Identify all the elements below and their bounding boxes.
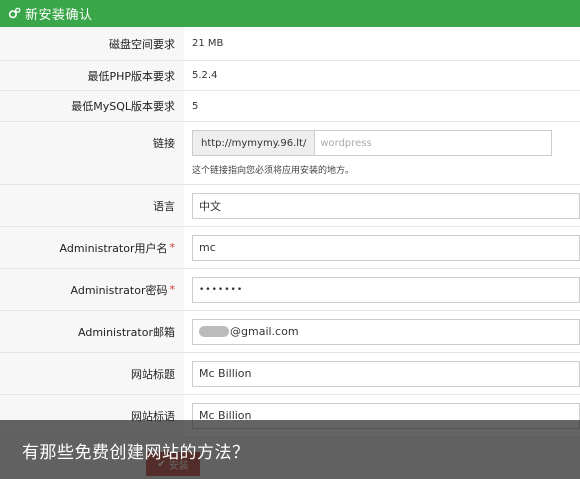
- language-select[interactable]: 中文: [192, 192, 580, 219]
- link-path-input[interactable]: wordpress: [314, 130, 552, 156]
- link-value: http://mymymy.96.lt/ wordpress 这个链接指向您必须…: [184, 122, 580, 184]
- site-title-input[interactable]: Mc Billion: [192, 360, 580, 387]
- site-title-row: 网站标题 Mc Billion: [0, 353, 580, 395]
- required-marker: *: [169, 283, 176, 296]
- site-title-label: 网站标题: [0, 353, 184, 394]
- admin-password-row: Administrator密码 * •••••••: [0, 269, 580, 311]
- admin-password-label: Administrator密码 *: [0, 269, 184, 310]
- disk-space-value: 21 MB: [184, 27, 580, 60]
- language-label: 语言: [0, 185, 184, 226]
- site-title-value: Mc Billion: [184, 353, 580, 394]
- admin-username-row: Administrator用户名 * mc: [0, 227, 580, 269]
- admin-password-label-text: Administrator密码: [70, 283, 168, 297]
- admin-email-input[interactable]: @gmail.com: [192, 318, 580, 345]
- page-title: 新安装确认: [25, 8, 93, 23]
- admin-email-value: @gmail.com: [184, 311, 580, 352]
- mysql-version-value: 5: [184, 91, 580, 121]
- admin-username-label-text: Administrator用户名: [59, 241, 168, 255]
- install-form: 磁盘空间要求 21 MB 最低PHP版本要求 5.2.4 最低MySQL版本要求…: [0, 27, 580, 437]
- admin-username-label: Administrator用户名 *: [0, 227, 184, 268]
- language-value: 中文: [184, 185, 580, 226]
- language-row: 语言 中文: [0, 185, 580, 227]
- caption-text: 有那些免费创建网站的方法？: [22, 443, 250, 463]
- link-label: 链接: [0, 122, 184, 184]
- admin-password-input[interactable]: •••••••: [192, 276, 580, 303]
- link-help-text: 这个链接指向您必须将应用安装的地方。: [192, 166, 355, 176]
- page-header: 新安装确认: [0, 0, 580, 27]
- gears-icon: [7, 7, 21, 21]
- mysql-version-label: 最低MySQL版本要求: [0, 91, 184, 121]
- caption-overlay: 有那些免费创建网站的方法？: [0, 420, 580, 479]
- required-marker: *: [169, 241, 176, 254]
- redacted-blur: [199, 326, 229, 337]
- link-row: 链接 http://mymymy.96.lt/ wordpress 这个链接指向…: [0, 122, 580, 185]
- admin-password-value: •••••••: [184, 269, 580, 310]
- admin-username-value: mc: [184, 227, 580, 268]
- admin-email-row: Administrator邮箱 @gmail.com: [0, 311, 580, 353]
- php-version-label: 最低PHP版本要求: [0, 61, 184, 90]
- mysql-version-row: 最低MySQL版本要求 5: [0, 91, 580, 122]
- link-domain-addon: http://mymymy.96.lt/: [192, 130, 315, 156]
- admin-email-label: Administrator邮箱: [0, 311, 184, 352]
- disk-space-label: 磁盘空间要求: [0, 27, 184, 60]
- admin-username-input[interactable]: mc: [192, 234, 580, 261]
- php-version-row: 最低PHP版本要求 5.2.4: [0, 61, 580, 91]
- admin-email-text: @gmail.com: [230, 325, 299, 338]
- php-version-value: 5.2.4: [184, 61, 580, 90]
- link-input-group: http://mymymy.96.lt/ wordpress: [192, 130, 552, 156]
- disk-space-row: 磁盘空间要求 21 MB: [0, 27, 580, 61]
